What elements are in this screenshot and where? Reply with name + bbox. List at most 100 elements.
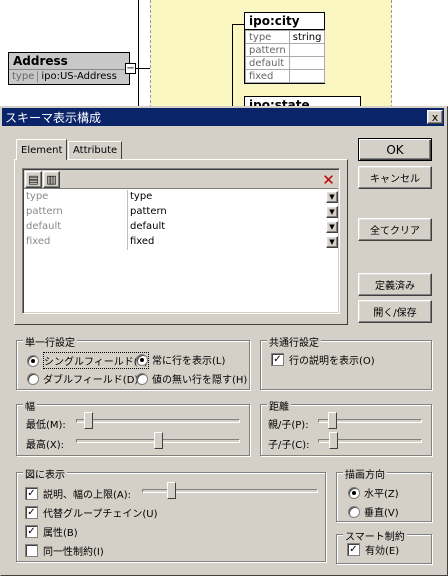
connector-line	[138, 0, 139, 106]
checkbox-empty-icon	[25, 544, 38, 557]
checkmark-icon: ✓	[271, 353, 284, 366]
identity-constraints-checkbox[interactable]: 同一性制約(I)	[25, 543, 104, 558]
child-child-label: 子/子(C):	[268, 440, 310, 451]
grid-row-key: type	[26, 191, 49, 202]
grid-row[interactable]: fixed fixed ▼	[24, 235, 340, 250]
tab-element[interactable]: Element	[16, 139, 68, 160]
horizontal-label: 水平(Z)	[364, 489, 399, 500]
grid-toolbar	[24, 170, 338, 189]
address-node[interactable]: Address type ipo:US-Address	[8, 52, 130, 85]
slider-thumb[interactable]	[328, 412, 337, 429]
dropdown-arrow-icon[interactable]: ▼	[326, 221, 338, 233]
city-row-value: string	[288, 30, 326, 44]
city-node-table: type string pattern default fixed	[245, 30, 326, 83]
city-row-key: type	[245, 30, 290, 44]
predefined-button[interactable]: 定義済み	[358, 273, 432, 296]
vertical-radio[interactable]: 垂直(V)	[348, 504, 399, 519]
close-button[interactable]: x	[427, 110, 443, 124]
city-row-key: default	[245, 56, 290, 70]
address-node-title: Address	[9, 53, 129, 70]
checkmark-icon: ✓	[347, 543, 360, 556]
radio-icon	[348, 505, 360, 518]
attributes-checkbox[interactable]: ✓ 属性(B)	[25, 524, 78, 539]
open-save-button[interactable]: 開く/保存	[358, 300, 432, 323]
grid-row-key: pattern	[26, 206, 63, 217]
min-width-label: 最低(M):	[26, 420, 66, 431]
desc-width-slider[interactable]	[142, 481, 318, 501]
single-line-legend: 単一行設定	[23, 334, 77, 349]
desc-width-label: 説明、幅の上限(A):	[43, 490, 132, 501]
grid-row-value: pattern	[130, 206, 167, 217]
slider-thumb[interactable]	[154, 432, 163, 449]
substitution-chain-label: 代替グループチェイン(U)	[43, 509, 158, 520]
insert-row-icon[interactable]: ▤	[25, 171, 42, 188]
distance-legend: 距離	[267, 398, 291, 413]
always-show-row-label: 常に行を表示(L)	[152, 356, 226, 367]
dropdown-arrow-icon[interactable]: ▼	[326, 236, 338, 248]
always-show-row-radio[interactable]: 常に行を表示(L)	[136, 352, 225, 367]
grid-row-key: default	[26, 221, 62, 232]
smart-constraint-label: 有効(E)	[365, 546, 400, 557]
width-legend: 幅	[23, 398, 37, 413]
collapse-toggle-icon[interactable]: −	[125, 63, 136, 74]
single-field-label: シングルフィールド(S)	[43, 352, 149, 369]
dialog-title: スキーマ表示構成	[5, 110, 102, 125]
clear-all-button[interactable]: 全てクリア	[358, 218, 432, 241]
desc-width-checkbox[interactable]: ✓ 説明、幅の上限(A):	[25, 486, 131, 501]
show-in-graph-legend: 図に表示	[23, 466, 67, 481]
slider-thumb[interactable]	[84, 412, 93, 429]
city-node[interactable]: ipo:city type string pattern default fixe…	[244, 12, 326, 84]
city-row-key: fixed	[245, 69, 290, 83]
attributes-label: 属性(B)	[43, 528, 78, 539]
parent-child-slider[interactable]	[318, 411, 422, 431]
city-row-value	[288, 69, 326, 83]
connector-line	[232, 24, 233, 108]
dropdown-arrow-icon[interactable]: ▼	[326, 191, 338, 203]
grid-row-value: default	[130, 221, 166, 232]
cancel-button[interactable]: キャンセル	[358, 166, 432, 189]
child-child-slider[interactable]	[318, 431, 422, 451]
min-width-slider[interactable]	[76, 411, 240, 431]
smart-constraint-checkbox[interactable]: ✓ 有効(E)	[347, 542, 399, 557]
dropdown-arrow-icon[interactable]: ▼	[326, 206, 338, 218]
city-row-key: pattern	[245, 43, 290, 57]
grid-row-value: fixed	[130, 236, 155, 247]
radio-icon	[136, 372, 148, 385]
radio-selected-icon	[27, 354, 39, 367]
delete-row-icon[interactable]: ✕	[320, 171, 337, 189]
show-row-desc-checkbox[interactable]: ✓ 行の説明を表示(O)	[271, 352, 375, 367]
grid-row[interactable]: default default ▼	[24, 220, 340, 235]
common-rows-legend: 共通行設定	[267, 334, 321, 349]
radio-icon	[27, 372, 39, 385]
address-type-value: ipo:US-Address	[41, 71, 117, 82]
dialog-titlebar[interactable]: スキーマ表示構成	[2, 108, 444, 126]
max-width-slider[interactable]	[76, 431, 240, 451]
address-type-key: type	[12, 71, 39, 82]
grid-row-value: type	[130, 191, 153, 202]
city-node-title: ipo:city	[245, 13, 324, 30]
grid-column-divider	[127, 190, 128, 250]
show-row-desc-label: 行の説明を表示(O)	[289, 356, 375, 367]
hide-empty-rows-radio[interactable]: 値の無い行を隠す(H)	[136, 371, 247, 386]
radio-selected-icon	[136, 353, 148, 366]
slider-thumb[interactable]	[329, 432, 338, 449]
identity-constraints-label: 同一性制約(I)	[43, 547, 104, 558]
parent-child-label: 親/子(P):	[268, 420, 309, 431]
city-row-value	[288, 56, 326, 70]
draw-direction-legend: 描画方向	[343, 466, 387, 481]
vertical-label: 垂直(V)	[364, 508, 399, 519]
horizontal-radio[interactable]: 水平(Z)	[348, 485, 399, 500]
grid-row[interactable]: pattern pattern ▼	[24, 205, 340, 220]
slider-thumb[interactable]	[167, 482, 176, 499]
radio-selected-icon	[348, 486, 360, 499]
grid-row[interactable]: type type ▼	[24, 190, 340, 205]
substitution-chain-checkbox[interactable]: ✓ 代替グループチェイン(U)	[25, 505, 158, 520]
close-icon: x	[431, 110, 439, 124]
ok-button[interactable]: OK	[358, 138, 432, 161]
single-field-radio[interactable]: シングルフィールド(S)	[27, 352, 149, 369]
double-field-radio[interactable]: ダブルフィールド(D)	[27, 371, 138, 386]
hide-empty-rows-label: 値の無い行を隠す(H)	[152, 375, 248, 386]
connector-line	[232, 24, 244, 25]
append-row-icon[interactable]: ▥	[43, 171, 60, 188]
tab-attribute[interactable]: Attribute	[68, 141, 123, 160]
